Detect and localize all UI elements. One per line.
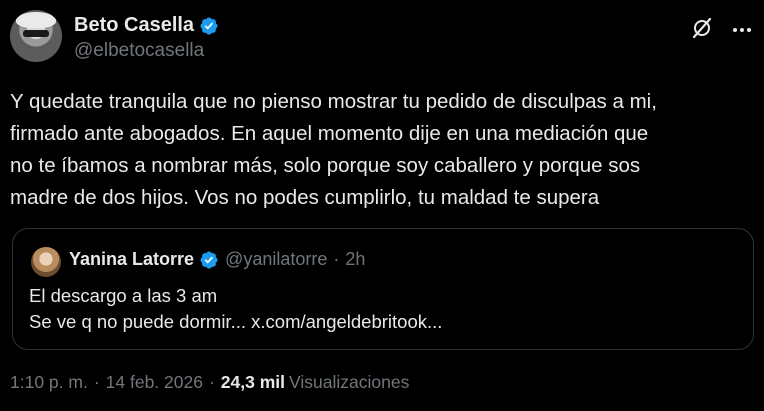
grok-icon[interactable] [690, 16, 714, 40]
quote-dot-separator: · [333, 249, 340, 269]
verified-badge-icon [200, 250, 218, 269]
tweet-header: Beto Casella @elbetocasella [10, 10, 754, 62]
tweet-text: Y quedate tranquila que no pienso mostra… [10, 90, 657, 209]
quote-author-name[interactable]: Yanina Latorre [69, 249, 194, 270]
author-name-row: Beto Casella [74, 14, 219, 37]
quoted-tweet[interactable]: Yanina Latorre @yanilatorre · 2h El desc… [12, 228, 754, 350]
views-count: 24,3 mil [220, 372, 286, 392]
meta-separator: · [208, 372, 215, 392]
quote-text: El descargo a las 3 am Se ve q no puede … [29, 285, 443, 332]
verified-badge-icon [200, 16, 218, 35]
author-handle[interactable]: @elbetocasella [74, 40, 204, 62]
tweet-time[interactable]: 1:10 p. m. [10, 372, 88, 393]
avatar-glasses [23, 30, 49, 37]
more-options-icon[interactable] [730, 18, 754, 42]
avatar-hair [16, 12, 56, 28]
views-label: Visualizaciones [289, 372, 410, 392]
quote-author-avatar[interactable] [31, 247, 61, 277]
quote-timestamp[interactable]: 2h [345, 249, 365, 270]
author-avatar[interactable] [10, 10, 62, 62]
tweet-meta: 1:10 p. m. · 14 feb. 2026 · 24,3 mil Vis… [10, 372, 409, 393]
author-name[interactable]: Beto Casella [74, 14, 194, 37]
quote-author-handle[interactable]: @yanilatorre [225, 249, 327, 270]
meta-separator: · [93, 372, 100, 392]
quote-header: Yanina Latorre @yanilatorre · 2h [69, 249, 365, 270]
tweet-date[interactable]: 14 feb. 2026 [106, 372, 203, 393]
